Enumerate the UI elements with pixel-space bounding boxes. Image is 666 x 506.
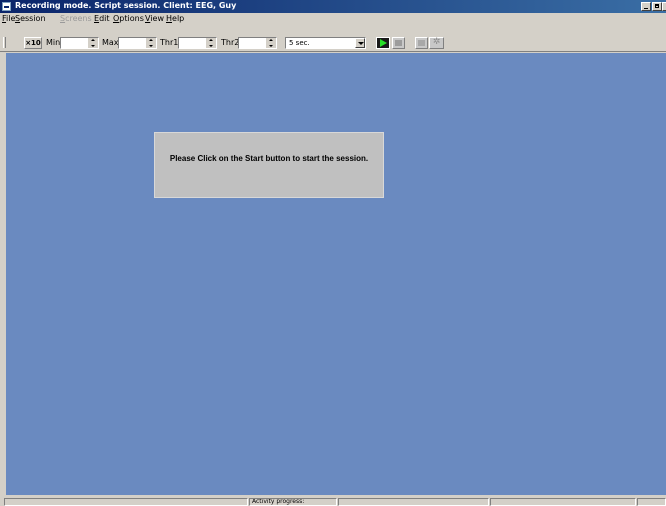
menu-edit[interactable]: Edit bbox=[94, 14, 110, 23]
min-label: Min bbox=[46, 38, 61, 47]
min-spinner[interactable] bbox=[60, 37, 99, 49]
status-panel-5 bbox=[637, 498, 666, 506]
thr1-spinner-arrows-icon[interactable] bbox=[206, 38, 216, 48]
maximize-button[interactable] bbox=[652, 2, 662, 11]
thr1-label: Thr1 bbox=[160, 38, 179, 47]
min-spinner-arrows-icon[interactable] bbox=[88, 38, 98, 48]
activity-progress-bar bbox=[338, 498, 489, 506]
start-message: Please Click on the Start button to star… bbox=[169, 154, 369, 163]
menu-view[interactable]: View bbox=[145, 14, 164, 23]
close-button[interactable] bbox=[662, 2, 666, 11]
pause-icon[interactable] bbox=[415, 37, 428, 49]
menu-screens[interactable]: Screens bbox=[60, 14, 92, 23]
minimize-button[interactable] bbox=[641, 2, 651, 11]
toolbar: ×10 Min Max Thr1 Thr2 5 sec. ✲ bbox=[0, 24, 666, 52]
app-icon[interactable] bbox=[2, 2, 11, 11]
menu-options[interactable]: Options bbox=[113, 14, 144, 23]
window-title: Recording mode. Script session. Client: … bbox=[15, 1, 237, 10]
time-window-value: 5 sec. bbox=[289, 39, 310, 47]
workspace: Please Click on the Start button to star… bbox=[6, 53, 666, 495]
title-bar[interactable]: Recording mode. Script session. Client: … bbox=[0, 0, 666, 13]
scale-button[interactable]: ×10 bbox=[24, 37, 42, 49]
menu-session[interactable]: Session bbox=[15, 14, 46, 23]
start-message-box: Please Click on the Start button to star… bbox=[154, 132, 384, 198]
thr1-spinner[interactable] bbox=[178, 37, 217, 49]
time-window-select[interactable]: 5 sec. bbox=[285, 37, 366, 49]
max-spinner-arrows-icon[interactable] bbox=[146, 38, 156, 48]
settings-button[interactable]: ✲ bbox=[429, 37, 444, 49]
activity-progress-label: Activity progress: bbox=[249, 498, 337, 506]
chevron-down-icon[interactable] bbox=[355, 38, 365, 48]
status-panel-4 bbox=[490, 498, 636, 506]
gear-icon: ✲ bbox=[432, 37, 441, 47]
max-spinner[interactable] bbox=[118, 37, 157, 49]
thr2-label: Thr2 bbox=[221, 38, 240, 47]
max-label: Max bbox=[102, 38, 119, 47]
menu-file[interactable]: File bbox=[2, 14, 15, 23]
toolbar-grip[interactable] bbox=[3, 37, 6, 48]
menu-bar: File Session Screens Edit Options View H… bbox=[0, 13, 666, 24]
stop-icon[interactable] bbox=[392, 37, 405, 49]
status-bar: Activity progress: bbox=[0, 497, 666, 506]
thr2-spinner-arrows-icon[interactable] bbox=[266, 38, 276, 48]
play-icon[interactable] bbox=[376, 37, 390, 49]
thr2-spinner[interactable] bbox=[238, 37, 277, 49]
status-panel-1 bbox=[4, 498, 248, 506]
menu-help[interactable]: Help bbox=[166, 14, 184, 23]
